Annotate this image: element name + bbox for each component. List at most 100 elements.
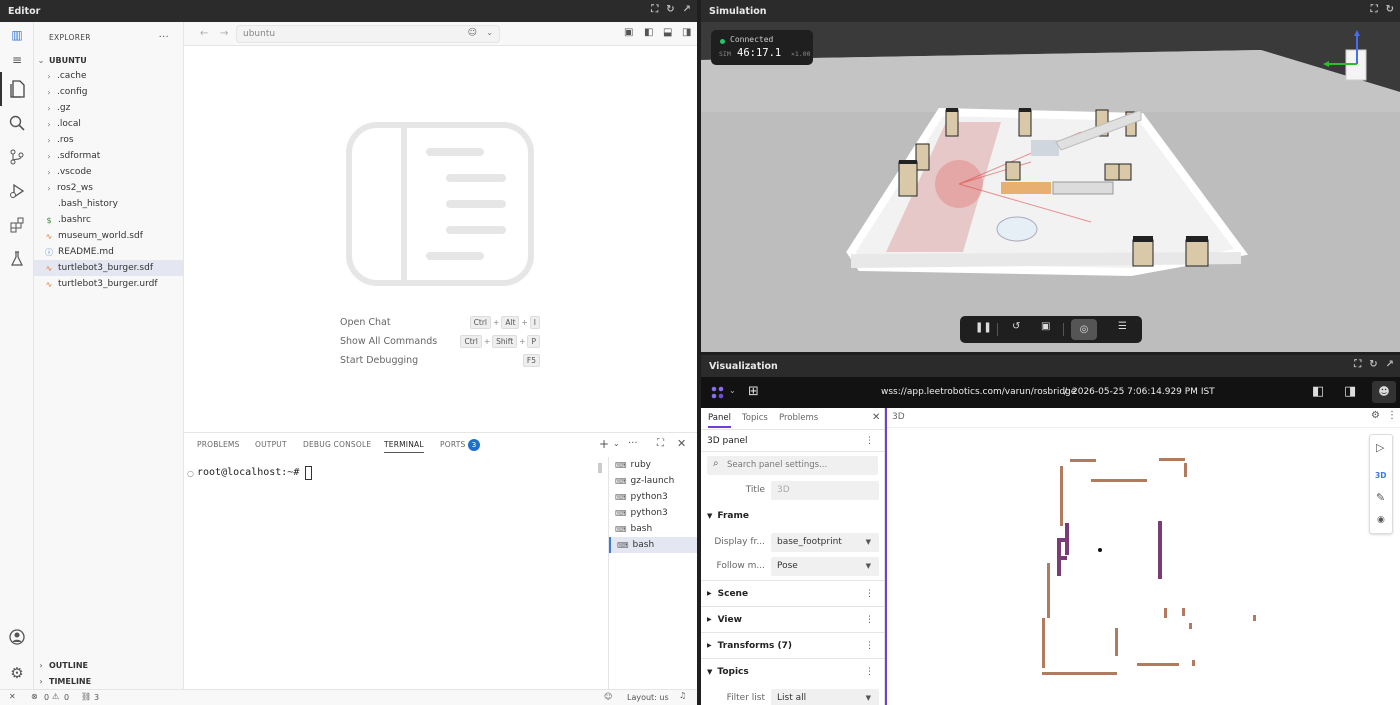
measure-ruler-icon[interactable]: ✎ <box>1376 491 1385 504</box>
reset-icon[interactable]: ↺ <box>1012 321 1020 332</box>
search-icon[interactable] <box>0 106 34 140</box>
back-arrow-icon[interactable]: ← <box>200 28 208 39</box>
kebab-menu-icon[interactable]: ⋮ <box>865 589 874 599</box>
tree-item-ros[interactable]: › .ros <box>34 132 183 148</box>
tree-item-bash-history[interactable]: .bash_history <box>34 196 183 212</box>
external-link-icon[interactable]: ↗ <box>1386 359 1394 370</box>
maximize-icon[interactable]: ⛶ <box>651 4 658 15</box>
terminal-scrollbar[interactable] <box>598 463 602 473</box>
maximize-icon[interactable]: ⛶ <box>1354 359 1361 370</box>
command-open-chat[interactable]: Open Chat Ctrl + Alt + I <box>340 314 540 330</box>
menu-icon[interactable]: ≡ <box>0 48 34 72</box>
terminal-item-python3[interactable]: ⌨ python3 <box>609 489 697 505</box>
tree-item-config[interactable]: › .config <box>34 84 183 100</box>
title-input[interactable]: 3D <box>771 480 879 500</box>
keyboard-layout[interactable]: Layout: us <box>627 693 669 702</box>
axis-gizmo-icon[interactable] <box>1319 26 1369 82</box>
pause-icon[interactable]: ❚❚ <box>975 322 992 333</box>
terminal-item-bash[interactable]: ⌨ bash <box>609 521 697 537</box>
tab-topics[interactable]: Topics <box>742 413 768 423</box>
explorer-icon[interactable] <box>0 72 34 106</box>
kebab-menu-icon[interactable]: ⋮ <box>865 615 874 625</box>
outline-section[interactable]: › OUTLINE <box>36 657 88 673</box>
kebab-menu-icon[interactable]: ⋮ <box>865 667 874 677</box>
tree-item-vscode[interactable]: › .vscode <box>34 164 183 180</box>
new-terminal-icon[interactable]: + <box>599 437 609 451</box>
tab-problems[interactable]: PROBLEMS <box>197 440 240 449</box>
refresh-icon[interactable]: ↻ <box>666 4 674 15</box>
filter-list-select[interactable]: List all ▼ <box>771 688 879 705</box>
topics-section[interactable]: ▼ Topics ⋮ <box>701 659 884 685</box>
section-scene[interactable]: ▶ Scene ⋮ <box>701 581 884 607</box>
chevron-down-icon[interactable]: ⌄ <box>729 386 736 395</box>
command-center-search[interactable]: ubuntu ☺ ⌄ <box>236 25 500 43</box>
lidar-view-icon[interactable]: ◎ <box>1071 319 1097 340</box>
settings-gear-icon[interactable]: ⚙ <box>0 656 34 690</box>
frame-section[interactable]: ▼ Frame <box>701 503 884 529</box>
maximize-icon[interactable]: ⛶ <box>1371 4 1378 15</box>
account-icon[interactable] <box>0 620 34 654</box>
3d-panel[interactable]: 3D ⚙ ⋮ ▷ 3D ✎ ◉ <box>887 408 1400 705</box>
extensions-icon[interactable] <box>0 208 34 242</box>
external-link-icon[interactable]: ↗ <box>683 4 691 15</box>
tree-item-sdformat[interactable]: › .sdformat <box>34 148 183 164</box>
tab-output[interactable]: OUTPUT <box>255 440 287 449</box>
maximize-panel-icon[interactable]: ⛶ <box>657 438 664 449</box>
forward-arrow-icon[interactable]: → <box>220 28 228 39</box>
more-actions-icon[interactable]: ··· <box>628 438 638 449</box>
run-debug-icon[interactable] <box>0 174 34 208</box>
customize-layout-icon[interactable]: ▣ <box>624 27 633 38</box>
more-actions-icon[interactable]: ··· <box>159 32 169 43</box>
toggle-secondary-sidebar-icon[interactable]: ◨ <box>682 27 691 38</box>
terminal-item-gz-launch[interactable]: ⌨ gz-launch <box>609 473 697 489</box>
toggle-sidebar-icon[interactable]: ◧ <box>644 27 653 38</box>
chevron-down-icon[interactable]: ⌄ <box>486 28 493 37</box>
tree-item-bashrc[interactable]: $ .bashrc <box>34 212 183 228</box>
add-panel-icon[interactable]: ⊞ <box>748 384 759 399</box>
settings-search[interactable]: ⌕ Search panel settings... <box>707 456 878 475</box>
select-cursor-icon[interactable]: ▷ <box>1376 441 1384 454</box>
command-start-debugging[interactable]: Start Debugging F5 <box>340 352 540 368</box>
tree-item-museum-world-sdf[interactable]: ∿ museum_world.sdf <box>34 228 183 244</box>
terminal-area[interactable]: ○ root@localhost:~# <box>184 463 604 690</box>
section-view[interactable]: ▶ View ⋮ <box>701 607 884 633</box>
tab-panel[interactable]: Panel <box>708 413 731 428</box>
error-icon[interactable]: ⊗ <box>31 692 38 701</box>
publish-point-icon[interactable]: ◉ <box>1377 515 1385 525</box>
app-logo-icon[interactable] <box>710 385 726 401</box>
terminal-item-ruby[interactable]: ⌨ ruby <box>609 457 697 473</box>
3d-view-toggle[interactable]: 3D <box>1375 471 1386 480</box>
user-avatar-icon[interactable]: ☻ <box>1372 381 1396 403</box>
list-icon[interactable]: ☰ <box>1118 321 1127 332</box>
display-frame-select[interactable]: base_footprint ▼ <box>771 532 879 552</box>
close-icon[interactable]: ✕ <box>872 412 880 423</box>
tree-item-cache[interactable]: › .cache <box>34 68 183 84</box>
section-transforms-7[interactable]: ▶ Transforms (7) ⋮ <box>701 633 884 659</box>
copilot-icon[interactable]: ☺ <box>468 28 477 38</box>
copilot-icon[interactable]: ☺ <box>604 692 612 701</box>
kebab-menu-icon[interactable]: ⋮ <box>1387 410 1397 421</box>
source-control-icon[interactable] <box>0 140 34 174</box>
screenshot-icon[interactable]: ▣ <box>1041 321 1050 332</box>
tab-ports[interactable]: PORTS <box>440 440 465 449</box>
tab-terminal[interactable]: TERMINAL <box>384 440 424 453</box>
settings-gear-icon[interactable]: ⚙ <box>1371 410 1380 421</box>
warning-icon[interactable]: ⚠ <box>52 692 59 701</box>
refresh-icon[interactable]: ↻ <box>1369 359 1377 370</box>
command-show-all-commands[interactable]: Show All Commands Ctrl + Shift + P <box>340 333 540 349</box>
testing-flask-icon[interactable] <box>0 242 34 276</box>
close-panel-icon[interactable]: ✕ <box>677 437 686 450</box>
toggle-panel-icon[interactable]: ⬓ <box>663 27 672 38</box>
terminal-item-bash[interactable]: ⌨ bash <box>609 537 697 553</box>
simulation-viewport[interactable]: Connected SIM 46:17.1 ×1.00 ❚❚ ↺ ▣ ◎ ☰ <box>701 22 1400 352</box>
tree-item-turtlebot3-burger-urdf[interactable]: ∿ turtlebot3_burger.urdf <box>34 276 183 292</box>
left-sidebar-icon[interactable]: ◧ <box>1312 384 1324 399</box>
tree-item-gz[interactable]: › .gz <box>34 100 183 116</box>
ports-icon[interactable]: ⛓ <box>81 692 91 701</box>
files-icon[interactable]: ▥ <box>0 22 34 48</box>
chevron-down-icon[interactable]: ⌄ <box>613 439 620 448</box>
remote-icon[interactable]: ✕ <box>9 692 16 701</box>
timeline-section[interactable]: › TIMELINE <box>36 673 91 689</box>
kebab-menu-icon[interactable]: ⋮ <box>865 641 874 651</box>
tree-item-local[interactable]: › .local <box>34 116 183 132</box>
